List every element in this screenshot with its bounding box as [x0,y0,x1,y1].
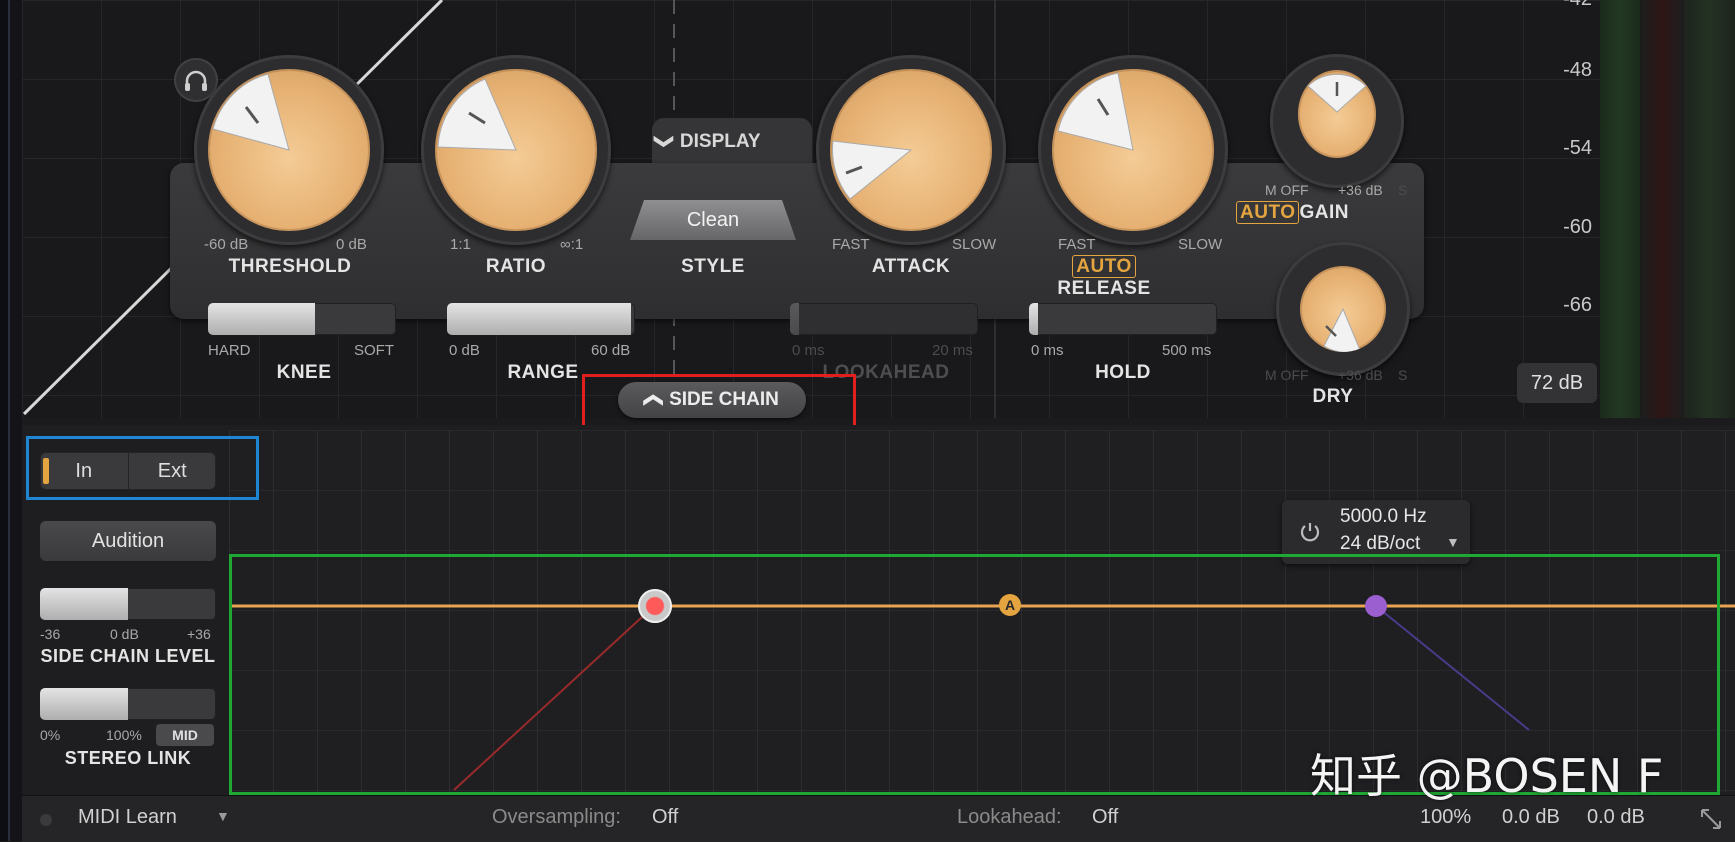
midi-indicator-icon [40,814,52,826]
stereo-link-max: 100% [106,727,142,743]
auto-release-toggle[interactable]: AUTO [1072,255,1136,278]
midi-learn-button[interactable]: MIDI Learn [78,806,177,829]
side-chain-level-fill [40,588,128,620]
release-min: FAST [1058,236,1096,253]
dry-max: +36 dB [1338,367,1383,383]
filter-slope[interactable]: 24 dB/oct [1340,533,1420,555]
ratio-label: RATIO [485,256,547,277]
sc-level-mid: 0 dB [110,626,139,642]
lookahead-status-value[interactable]: Off [1092,806,1118,829]
threshold-label: THRESHOLD [228,256,352,277]
hold-min: 0 ms [1031,342,1064,359]
ratio-max: ∞:1 [560,236,584,253]
release-label-group: AUTO RELEASE [1024,255,1184,300]
hold-slider[interactable] [1029,303,1217,335]
knee-min: HARD [208,342,251,359]
dry-knob[interactable] [1300,266,1386,352]
side-chain-level-slider[interactable] [40,588,216,620]
threshold-max: 0 dB [336,236,367,253]
dry-min: M OFF [1265,367,1309,383]
lookahead-max: 20 ms [932,342,973,359]
resize-icon[interactable] [1698,806,1724,832]
ratio-min: 1:1 [450,236,471,253]
gain-label: GAIN [1299,202,1349,223]
hold-label: HOLD [1095,362,1151,383]
watermark: 知乎 @BOSEN F [1310,749,1664,803]
release-max: SLOW [1178,236,1223,253]
db-tick: -48 [1563,59,1592,81]
attack-min: FAST [832,236,870,253]
knee-slider[interactable] [208,303,396,335]
threshold-min: -60 dB [204,236,249,253]
attack-knob[interactable] [830,69,992,231]
meter-green-2 [1684,0,1735,418]
meter-green [1600,0,1640,418]
range-slider[interactable] [447,303,635,335]
oversampling-value[interactable]: Off [652,806,678,829]
lookahead-slider[interactable] [790,303,978,335]
dry-end: S [1398,367,1408,383]
range-max: 60 dB [591,342,631,359]
ratio-knob[interactable] [435,69,597,231]
highlight-box-blue [26,436,259,500]
release-knob[interactable] [1052,69,1214,231]
window-edge [0,0,22,841]
db-tick: -54 [1563,137,1592,159]
attack-max: SLOW [952,236,997,253]
stereo-link-label: STEREO LINK [64,748,192,768]
threshold-knob[interactable] [208,69,370,231]
lookahead-status-label: Lookahead: [957,806,1062,828]
gain-knob[interactable] [1298,70,1376,158]
range-fill [447,303,632,335]
style-button[interactable]: Clean [630,200,796,240]
display-toggle[interactable]: ❯ DISPLAY [653,130,761,153]
db-tick: -42 [1532,0,1592,11]
knee-label: KNEE [276,362,332,383]
dry-label: DRY [1312,386,1354,407]
sc-level-max: +36 [187,626,211,642]
sc-level-min: -36 [40,626,61,642]
auto-gain-toggle[interactable]: AUTO [1236,201,1300,224]
stereo-link-fill [40,688,128,720]
db-tick: -60 [1563,216,1592,238]
input-gain-value[interactable]: 0.0 dB [1502,806,1560,829]
mix-value[interactable]: 100% [1420,806,1471,829]
style-label: STYLE [681,256,745,277]
gain-max: +36 dB [1338,182,1383,198]
display-range-button[interactable]: 72 dB [1517,363,1597,403]
stereo-link-mode-button[interactable]: MID [156,724,214,746]
lookahead-fill [790,303,800,335]
midi-learn-dropdown-icon[interactable]: ▼ [216,808,230,824]
gain-min: M OFF [1265,182,1309,198]
stereo-link-slider[interactable] [40,688,216,720]
side-chain-level-label: SIDE CHAIN LEVEL [40,646,216,666]
chevron-down-icon: ❯ [653,133,675,150]
hold-max: 500 ms [1162,342,1212,359]
gain-end: S [1398,182,1408,198]
output-gain-value[interactable]: 0.0 dB [1587,806,1645,829]
db-tick: -66 [1563,294,1592,316]
hold-fill [1029,303,1039,335]
level-meters [1600,0,1735,418]
release-label: RELEASE [1057,278,1151,299]
gain-label-group: AUTO GAIN [1236,201,1406,224]
attack-label: ATTACK [871,256,951,277]
lookahead-min: 0 ms [792,342,825,359]
oversampling-label: Oversampling: [492,806,621,828]
range-min: 0 dB [449,342,480,359]
stereo-link-min: 0% [40,727,61,743]
power-icon[interactable] [1298,520,1322,544]
display-label: DISPLAY [679,131,761,152]
audition-button[interactable]: Audition [40,521,216,561]
meter-red [1642,0,1682,418]
chevron-down-icon[interactable]: ▼ [1446,534,1460,550]
knee-fill [208,303,316,335]
filter-frequency[interactable]: 5000.0 Hz [1340,506,1427,528]
knee-max: SOFT [354,342,394,359]
